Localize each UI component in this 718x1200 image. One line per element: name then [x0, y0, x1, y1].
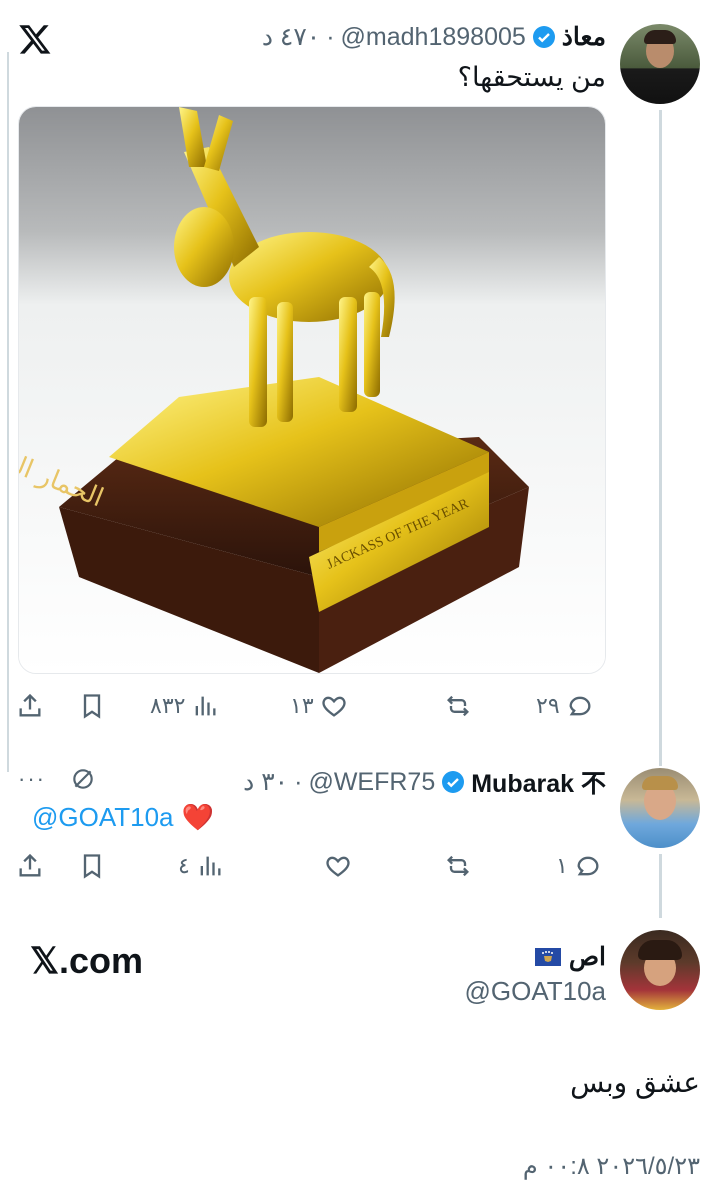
kosovo-flag-icon: [534, 948, 561, 966]
display-name[interactable]: اص: [569, 942, 606, 972]
tweet-text: عشق وبس: [570, 1067, 700, 1098]
tweet-text: من يستحقها؟: [457, 62, 606, 92]
avatar[interactable]: [620, 768, 700, 848]
verified-badge-icon: [442, 771, 465, 793]
not-interested-icon[interactable]: [70, 766, 96, 792]
x-logo-icon[interactable]: [18, 22, 52, 56]
tweet-image[interactable]: JACKASS OF THE YEAR الحمار الذهبي: [18, 106, 606, 674]
handle[interactable]: @GOAT10a: [464, 976, 606, 1007]
like-button[interactable]: ١٣: [290, 688, 348, 724]
separator: ·: [326, 22, 335, 51]
timestamp[interactable]: ٣٠ د: [243, 767, 288, 797]
reply-count: ١: [556, 853, 568, 878]
tweet-actions: ٤ ١: [16, 848, 606, 884]
share-icon: [19, 693, 41, 717]
more-options-button[interactable]: ···: [18, 766, 46, 792]
tweet-actions: ٨٣٢ ١٣ ٢٩: [16, 688, 606, 724]
tweet-header: Mubarak 不 @WEFR75 · ٣٠ د: [243, 764, 606, 800]
share-button[interactable]: [16, 688, 44, 724]
mention-link[interactable]: @GOAT10a: [32, 802, 174, 833]
views-count: ٤: [178, 853, 190, 878]
views-button[interactable]: ٤: [178, 848, 224, 884]
views-icon: [196, 696, 216, 716]
brand-wordmark: 𝕏.com: [30, 940, 144, 981]
like-icon: [326, 856, 350, 877]
avatar[interactable]: [620, 24, 700, 104]
display-name[interactable]: معاذ: [562, 22, 606, 52]
share-icon: [19, 853, 41, 877]
thread-connector: [659, 854, 662, 918]
share-button[interactable]: [16, 848, 44, 884]
views-count: ٨٣٢: [150, 693, 186, 718]
reply-icon: [569, 696, 591, 716]
retweet-icon: [447, 695, 469, 717]
views-icon: [200, 856, 221, 876]
handle[interactable]: @WEFR75: [308, 768, 435, 797]
reply-icon: [577, 856, 599, 876]
reply-button[interactable]: ٢٩: [536, 688, 594, 724]
retweet-icon: [447, 855, 469, 877]
bookmark-icon: [83, 854, 101, 879]
reply-button[interactable]: ١: [556, 848, 602, 884]
avatar[interactable]: [620, 930, 700, 1010]
tweet-header: معاذ @madh1898005 · ٤٧٠ د: [262, 22, 606, 52]
retweet-button[interactable]: [444, 688, 478, 724]
tweet-header: اص: [534, 942, 606, 972]
golden-donkey-trophy-image: JACKASS OF THE YEAR الحمار الذهبي: [19, 107, 605, 673]
left-scroll-rule: [7, 52, 9, 772]
retweet-button[interactable]: [444, 848, 472, 884]
display-name[interactable]: Mubarak 不: [471, 764, 606, 800]
handle[interactable]: @madh1898005: [341, 23, 526, 52]
views-button[interactable]: ٨٣٢: [150, 688, 219, 724]
heart-emoji: ❤️: [181, 802, 214, 832]
timestamp[interactable]: ٤٧٠ د: [262, 22, 320, 52]
like-count: ١٣: [290, 693, 314, 718]
bookmark-button[interactable]: [78, 848, 106, 884]
reply-count: ٢٩: [536, 693, 560, 718]
bookmark-button[interactable]: [78, 688, 106, 724]
like-button[interactable]: [324, 848, 352, 884]
like-icon: [322, 696, 346, 717]
separator: ·: [294, 767, 303, 796]
tweet-text: @GOAT10a ❤️: [32, 802, 214, 833]
bookmark-icon: [83, 694, 101, 719]
tweet-timestamp[interactable]: ٢٠٢٦/٥/٢٣ ٠٠:٨ م: [523, 1152, 700, 1181]
thread-connector: [659, 110, 662, 766]
verified-badge-icon: [532, 26, 555, 48]
